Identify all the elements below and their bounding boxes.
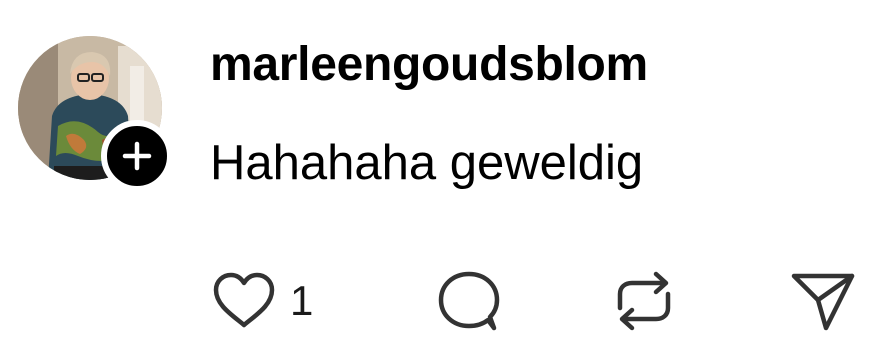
like-count: 1 [290, 277, 314, 324]
like-button[interactable]: 1 [212, 270, 313, 332]
reply-button[interactable] [436, 270, 502, 332]
send-icon [791, 273, 855, 331]
follow-button[interactable] [101, 120, 173, 192]
heart-icon [213, 272, 275, 328]
repost-button[interactable] [610, 270, 678, 332]
plus-icon [122, 141, 152, 171]
post-card: marleengoudsblom Hahahaha geweldig 1 [0, 0, 894, 354]
avatar-container [18, 36, 173, 192]
username-link[interactable]: marleengoudsblom [210, 36, 648, 94]
comment-text: Hahahaha geweldig [210, 136, 644, 190]
comment-icon [438, 271, 500, 331]
repost-icon [617, 271, 671, 331]
share-button[interactable] [790, 270, 856, 332]
